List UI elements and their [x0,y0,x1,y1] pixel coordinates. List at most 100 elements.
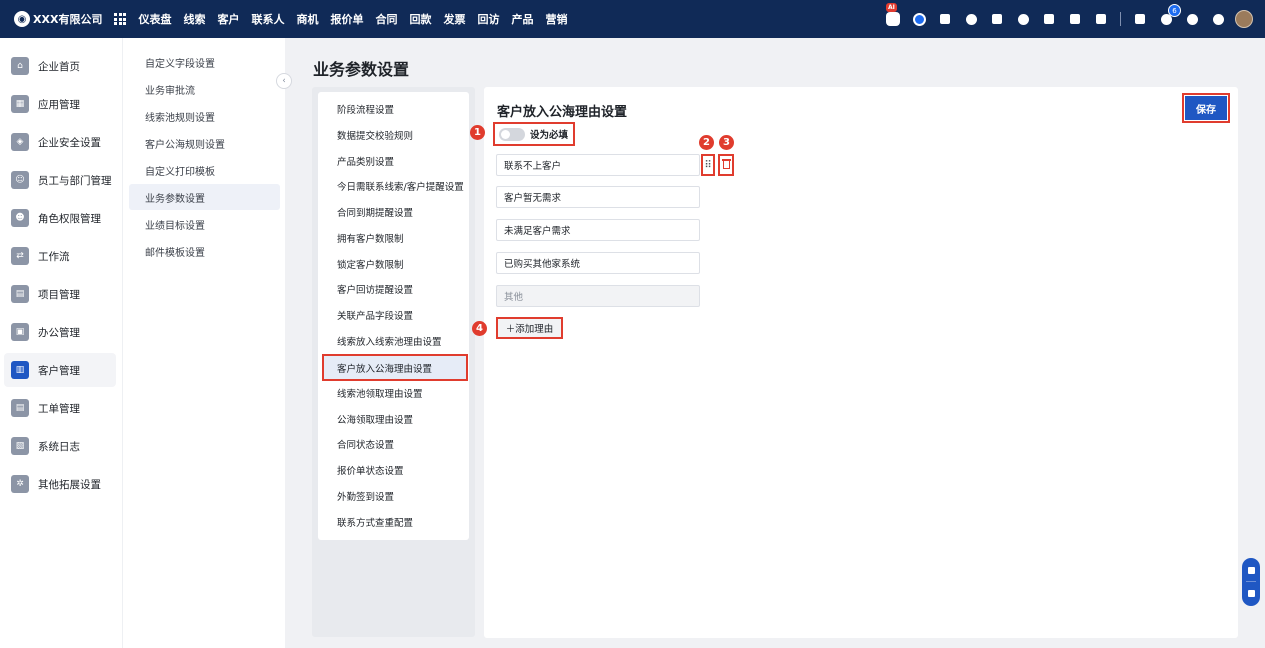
calendar-icon[interactable] [1094,12,1108,26]
nav-visits[interactable]: 回访 [477,11,499,27]
nav-payments[interactable]: 回款 [409,11,431,27]
ai-assistant-icon[interactable]: AI [886,3,900,26]
subnav-item-email-templates[interactable]: 邮件模板设置 [129,238,280,264]
subnav-item-business-params[interactable]: 业务参数设置 [129,184,280,210]
nav-contacts[interactable]: 联系人 [251,11,284,27]
top-toolbar: AI 6 [874,0,1253,38]
toolbar-divider [1120,12,1121,26]
subnav-item-public-pool-rules[interactable]: 客户公海规则设置 [129,130,280,156]
leftnav-item-apps[interactable]: ▦ 应用管理 [4,87,116,121]
settings-item[interactable]: 客户回访提醒设置 [324,277,466,300]
avatar[interactable] [1235,10,1253,28]
floating-toolbar[interactable] [1242,558,1260,606]
reason-other-input[interactable]: 其他 [496,285,700,307]
required-label: 设为必填 [530,130,569,141]
subnav-item-custom-fields[interactable]: 自定义字段设置 [129,49,280,75]
page-title: 业务参数设置 [313,60,410,79]
settings-icon: ✲ [11,475,29,493]
settings-item[interactable]: 报价单状态设置 [324,458,466,481]
settings-item[interactable]: 今日需联系线索/客户提醒设置 [324,174,466,197]
report-icon[interactable] [1133,12,1147,26]
step-marker: 4 [472,321,487,336]
phone-icon[interactable] [1068,12,1082,26]
document-icon[interactable] [1042,12,1056,26]
leftnav-item-logs[interactable]: ▧ 系统日志 [4,429,116,463]
role-icon: ☻ [11,209,29,227]
leftnav-item-security[interactable]: ◈ 企业安全设置 [4,125,116,159]
help-icon[interactable] [1185,12,1199,26]
settings-item[interactable]: 联系方式查重配置 [324,510,466,533]
settings-item[interactable]: 关联产品字段设置 [324,303,466,326]
subnav-item-lead-pool-rules[interactable]: 线索池规则设置 [129,103,280,129]
settings-item[interactable]: 合同状态设置 [324,432,466,455]
nav-leads[interactable]: 线索 [183,11,205,27]
company-name: XXX有限公司 [33,13,103,26]
leftnav-item-extensions[interactable]: ✲ 其他拓展设置 [4,467,116,501]
settings-item-active[interactable]: 客户放入公海理由设置 [322,354,468,381]
notification-badge: 6 [1168,4,1181,17]
company-logo[interactable]: ◉ XXX有限公司 [14,11,102,27]
app-grid-icon[interactable] [114,13,127,25]
settings-list-column: 阶段流程设置 数据提交校验规则 产品类别设置 今日需联系线索/客户提醒设置 合同… [312,87,475,637]
ticket-icon: ▤ [11,399,29,417]
nav-invoices[interactable]: 发票 [443,11,465,27]
step-marker: 3 [719,135,734,150]
panel-title: 客户放入公海理由设置 [497,105,628,120]
settings-panel: 客户放入公海理由设置 保存 设为必填 联系不上客户 ⠿ 客户暂无需求 未满足客户… [484,87,1238,638]
apps-icon: ▦ [11,95,29,113]
reason-input[interactable]: 联系不上客户 [496,154,700,176]
settings-item[interactable]: 阶段流程设置 [324,97,466,120]
settings-item[interactable]: 线索放入线索池理由设置 [324,329,466,352]
leftnav-item-customers[interactable]: ▥ 客户管理 [4,353,116,387]
subnav-item-performance-goals[interactable]: 业绩目标设置 [129,211,280,237]
logo-icon: ◉ [14,11,30,27]
save-button[interactable]: 保存 [1182,93,1230,123]
nav-opportunities[interactable]: 商机 [296,11,318,27]
service-icon[interactable] [1247,566,1255,574]
required-toggle[interactable] [499,127,525,141]
nav-quotes[interactable]: 报价单 [330,11,363,27]
step-marker: 2 [699,135,714,150]
settings-item[interactable]: 数据提交校验规则 [324,123,466,146]
nav-products[interactable]: 产品 [511,11,533,27]
leftnav-item-tickets[interactable]: ▤ 工单管理 [4,391,116,425]
settings-item[interactable]: 锁定客户数限制 [324,252,466,275]
globe-icon[interactable] [964,12,978,26]
reason-input[interactable]: 已购买其他家系统 [496,252,700,274]
top-nav: 仪表盘 线索 客户 联系人 商机 报价单 合同 回款 发票 回访 产品 营销 [138,11,579,27]
nav-dashboard[interactable]: 仪表盘 [138,11,171,27]
bell-icon[interactable]: 6 [1159,4,1181,26]
nav-contracts[interactable]: 合同 [375,11,397,27]
floating-divider [1246,581,1256,583]
users-icon: ☺ [11,171,29,189]
nav-marketing[interactable]: 营销 [545,11,567,27]
subnav-item-approval-flow[interactable]: 业务审批流 [129,76,280,102]
nav-customers[interactable]: 客户 [217,11,239,27]
reason-input[interactable]: 未满足客户需求 [496,219,700,241]
leftnav-item-office[interactable]: ▣ 办公管理 [4,315,116,349]
reason-input[interactable]: 客户暂无需求 [496,186,700,208]
message-icon[interactable] [938,12,952,26]
leftnav-item-roles[interactable]: ☻ 角色权限管理 [4,201,116,235]
subnav-item-print-templates[interactable]: 自定义打印模板 [129,157,280,183]
feedback-icon[interactable] [1247,590,1255,598]
settings-item[interactable]: 公海领取理由设置 [324,407,466,430]
gear-icon[interactable] [1211,12,1225,26]
chat-icon[interactable] [912,12,926,26]
collapse-sidebar-button[interactable]: ‹ [276,73,292,89]
mail-icon[interactable] [990,12,1004,26]
settings-item[interactable]: 产品类别设置 [324,149,466,172]
settings-item[interactable]: 外勤签到设置 [324,484,466,507]
top-bar: ◉ XXX有限公司 仪表盘 线索 客户 联系人 商机 报价单 合同 回款 发票 … [0,0,1265,38]
settings-item[interactable]: 拥有客户数限制 [324,226,466,249]
leftnav-item-home[interactable]: ⌂ 企业首页 [4,49,116,83]
settings-item[interactable]: 线索池领取理由设置 [324,381,466,404]
user-icon[interactable] [1016,12,1030,26]
add-reason-button[interactable]: ＋添加理由 [496,317,563,339]
drag-handle-icon[interactable]: ⠿ [701,154,715,176]
leftnav-item-staff[interactable]: ☺ 员工与部门管理 [4,163,116,197]
settings-item[interactable]: 合同到期提醒设置 [324,200,466,223]
delete-button[interactable] [718,154,734,176]
leftnav-item-projects[interactable]: ▤ 项目管理 [4,277,116,311]
leftnav-item-workflow[interactable]: ⇄ 工作流 [4,239,116,273]
